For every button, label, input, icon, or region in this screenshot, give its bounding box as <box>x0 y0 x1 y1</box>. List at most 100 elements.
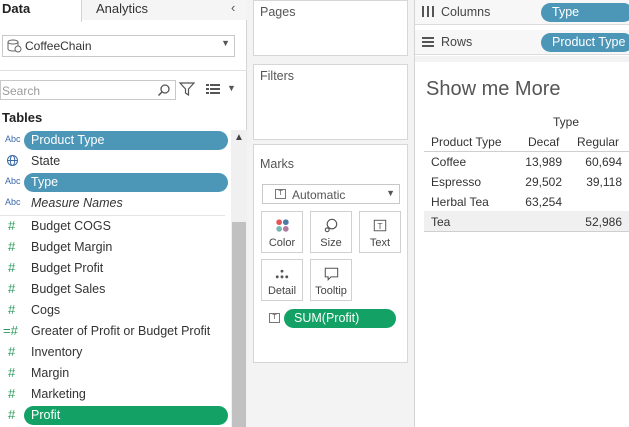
row-header-product-type[interactable]: Product Type <box>431 135 502 149</box>
pages-card[interactable]: Pages <box>253 0 408 56</box>
field-name: State <box>31 154 61 168</box>
field-item[interactable]: # Cogs <box>0 300 230 321</box>
sum-profit-pill[interactable]: SUM(Profit) <box>284 309 396 328</box>
column-header-type[interactable]: Type <box>553 115 579 129</box>
measure-type-icon: # <box>8 260 16 275</box>
columns-shelf[interactable]: Columns Type <box>415 0 629 25</box>
field-name: Marketing <box>31 387 86 401</box>
row-label[interactable]: Espresso <box>431 175 481 189</box>
scrollbar-thumb[interactable] <box>232 222 246 427</box>
marks-card: Marks T Automatic ▼ Color Size T Text De… <box>253 144 408 363</box>
column-header-decaf[interactable]: Decaf <box>528 135 559 149</box>
tab-data[interactable]: Data <box>0 0 82 22</box>
field-item[interactable]: # Inventory <box>0 342 230 363</box>
field-name: Margin <box>31 366 70 380</box>
scroll-up-icon[interactable]: ▲ <box>234 132 244 143</box>
columns-icon <box>422 6 434 17</box>
detail-button[interactable]: Detail <box>261 259 303 301</box>
field-item[interactable]: # Margin <box>0 363 230 384</box>
measure-type-icon: # <box>8 344 16 359</box>
header-divider <box>424 151 629 152</box>
columns-label: Columns <box>441 5 491 19</box>
field-item[interactable]: # Budget Margin <box>0 237 230 258</box>
measure-type-icon: # <box>8 365 16 380</box>
field-item[interactable]: # Marketing <box>0 384 230 405</box>
column-header-regular[interactable]: Regular <box>577 135 619 149</box>
filter-icon[interactable] <box>179 82 195 96</box>
collapse-pane-icon[interactable]: ‹ <box>231 0 235 15</box>
measure-type-icon: # <box>8 302 16 317</box>
chevron-down-icon: ▼ <box>221 38 230 48</box>
field-name: Budget Margin <box>31 240 113 254</box>
tooltip-button[interactable]: Tooltip <box>310 259 352 301</box>
search-icon <box>157 84 170 97</box>
table-cell[interactable]: 39,118 <box>572 175 622 189</box>
field-item[interactable]: Abc Type <box>0 172 230 193</box>
table-cell[interactable]: 29,502 <box>512 175 562 189</box>
color-icon <box>276 219 289 232</box>
field-search-input[interactable]: Search <box>0 80 176 100</box>
view-title[interactable]: Show me More <box>426 78 561 101</box>
field-name: Measure Names <box>31 196 123 210</box>
table-cell[interactable]: 63,254 <box>512 195 562 209</box>
chevron-down-icon: ▼ <box>386 188 395 198</box>
color-button[interactable]: Color <box>261 211 303 253</box>
color-label: Color <box>268 237 296 249</box>
field-item[interactable]: Abc Measure Names <box>0 193 230 214</box>
tab-analytics[interactable]: Analytics <box>96 1 148 16</box>
size-icon <box>324 218 338 233</box>
columns-pill-type[interactable]: Type <box>541 3 629 22</box>
field-item[interactable]: State <box>0 151 230 172</box>
globe-icon <box>6 154 19 169</box>
size-button[interactable]: Size <box>310 211 352 253</box>
row-label[interactable]: Tea <box>431 215 450 229</box>
filters-title: Filters <box>260 69 295 83</box>
divider <box>0 70 247 71</box>
field-item[interactable]: # Budget COGS <box>0 216 230 237</box>
filters-card[interactable]: Filters <box>253 64 408 140</box>
field-name: Greater of Profit or Budget Profit <box>31 324 211 338</box>
field-name: Budget Profit <box>31 261 104 275</box>
rows-shelf[interactable]: Rows Product Type <box>415 30 629 55</box>
table-cell[interactable]: 60,694 <box>572 155 622 169</box>
measure-type-icon: # <box>8 281 16 296</box>
rows-pill-label: Product Type <box>552 35 626 49</box>
field-item[interactable]: Abc Product Type <box>0 130 230 151</box>
datasource-select[interactable]: CoffeeChain ▼ <box>2 35 235 57</box>
tooltip-label: Tooltip <box>315 285 347 297</box>
row-label[interactable]: Coffee <box>431 155 466 169</box>
table-bottom-line <box>424 231 629 232</box>
measure-type-icon: # <box>8 239 16 254</box>
row-label[interactable]: Herbal Tea <box>431 195 489 209</box>
field-name: Budget Sales <box>31 282 106 296</box>
mark-type-select[interactable]: T Automatic ▼ <box>262 184 400 204</box>
datasource-icon <box>7 39 22 53</box>
rows-label: Rows <box>441 35 473 49</box>
worksheet-area: Columns Type Rows Product Type Show me M… <box>414 0 629 427</box>
text-button[interactable]: T Text <box>359 211 401 253</box>
table-cell[interactable]: 52,986 <box>572 215 622 229</box>
text-encoding-icon: T <box>269 313 280 323</box>
detail-icon <box>275 269 289 279</box>
field-item[interactable]: # Budget Sales <box>0 279 230 300</box>
text-mark-icon: T <box>275 189 286 199</box>
field-item[interactable]: # Profit <box>0 405 230 426</box>
text-icon: T <box>373 219 387 232</box>
measure-type-icon: # <box>8 218 16 233</box>
field-item[interactable]: =# Greater of Profit or Budget Profit <box>0 321 230 342</box>
columns-pill-label: Type <box>552 5 580 19</box>
field-item[interactable]: # Budget Profit <box>0 258 230 279</box>
pages-title: Pages <box>260 5 296 19</box>
divider <box>415 56 629 62</box>
svg-text:T: T <box>377 221 383 231</box>
list-view-icon[interactable] <box>205 83 221 95</box>
chevron-down-icon[interactable]: ▼ <box>227 83 236 93</box>
field-divider <box>0 215 225 216</box>
table-cell[interactable]: 13,989 <box>512 155 562 169</box>
size-label: Size <box>320 237 342 249</box>
rows-pill-product-type[interactable]: Product Type <box>541 33 629 52</box>
field-name: Budget COGS <box>31 219 111 233</box>
field-name: Type <box>31 175 59 189</box>
data-pane: Data Analytics ‹ CoffeeChain ▼ Search ▼ … <box>0 0 247 427</box>
mark-type-value: Automatic <box>292 188 346 202</box>
